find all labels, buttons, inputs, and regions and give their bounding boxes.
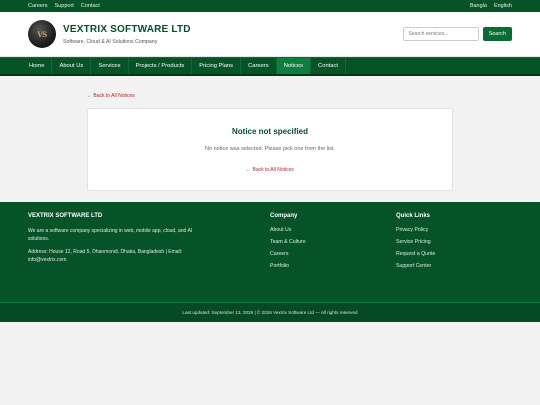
search-input[interactable] [402,27,479,41]
language-switcher: Bangla English [470,3,512,9]
footer-link-careers[interactable]: Careers [270,251,306,257]
footer-link-about-us[interactable]: About Us [270,227,306,233]
footer-copyright: Last updated: September 13, 2026 | © 202… [182,310,358,315]
notice-message: No notice was selected. Please pick one … [205,146,335,152]
brand[interactable]: VS VEXTRIX SOFTWARE LTD Software, Cloud … [28,20,191,48]
footer-about: VEXTRIX SOFTWARE LTD We are a software c… [28,213,208,264]
footer-link-portfolio[interactable]: Portfolio [270,263,306,269]
footer-quick-links-column: Quick Links Privacy Policy Service Prici… [396,213,435,275]
card-back-to-notices-link[interactable]: ← Back to All Notices [246,167,294,173]
main-content: ← Back to All Notices Notice not specifi… [0,76,540,202]
company-logo[interactable]: VS [28,20,56,48]
top-links: Careers Support Contact [28,3,100,9]
top-link-careers[interactable]: Careers [28,3,48,9]
main-nav: Home About Us Services Projects / Produc… [0,57,540,76]
footer-about-text: We are a software company specializing i… [28,228,193,242]
page-background [0,322,540,405]
nav-pricing-plans[interactable]: Pricing Plans [192,58,242,74]
notice-title: Notice not specified [231,127,308,136]
footer-link-service-pricing[interactable]: Service Pricing [396,239,435,245]
company-tagline: Software, Cloud & AI Solutions Company [63,38,158,45]
top-link-contact[interactable]: Contact [81,3,100,9]
language-bangla[interactable]: Bangla [470,3,487,9]
footer-link-team-culture[interactable]: Team & Culture [270,239,306,245]
logo-mark: VS [37,29,47,39]
search-form: Search [402,27,512,41]
footer-divider [0,302,540,303]
notice-card: Notice not specified No notice was selec… [87,108,453,191]
footer-link-privacy-policy[interactable]: Privacy Policy [396,227,435,233]
nav-careers[interactable]: Careers [241,58,277,74]
footer-company-heading: Company [270,213,298,219]
top-bar: Careers Support Contact Bangla English [0,0,540,12]
footer-quick-links-heading: Quick Links [396,213,431,219]
site-footer: VEXTRIX SOFTWARE LTD We are a software c… [0,202,540,303]
footer-address: Address: House 12, Road 5, Dhanmondi, Dh… [28,249,183,263]
site-header: VS VEXTRIX SOFTWARE LTD Software, Cloud … [0,12,540,57]
back-to-notices-link[interactable]: ← Back to All Notices [87,93,135,99]
nav-contact[interactable]: Contact [311,58,347,74]
footer-link-support-center[interactable]: Support Center [396,263,435,269]
footer-company-column: Company About Us Team & Culture Careers … [270,213,306,275]
search-button[interactable]: Search [482,27,512,41]
company-name: VEXTRIX SOFTWARE LTD [63,23,191,35]
language-english[interactable]: English [494,3,512,9]
nav-home[interactable]: Home [22,58,53,74]
footer-bottom-bar: Last updated: September 13, 2026 | © 202… [0,303,540,322]
footer-link-request-quote[interactable]: Request a Quote [396,251,435,257]
footer-company-title: VEXTRIX SOFTWARE LTD [28,213,103,219]
nav-about-us[interactable]: About Us [52,58,92,74]
nav-notices[interactable]: Notices [276,58,312,74]
top-link-support[interactable]: Support [55,3,74,9]
nav-services[interactable]: Services [91,58,129,74]
nav-projects-products[interactable]: Projects / Products [129,58,193,74]
